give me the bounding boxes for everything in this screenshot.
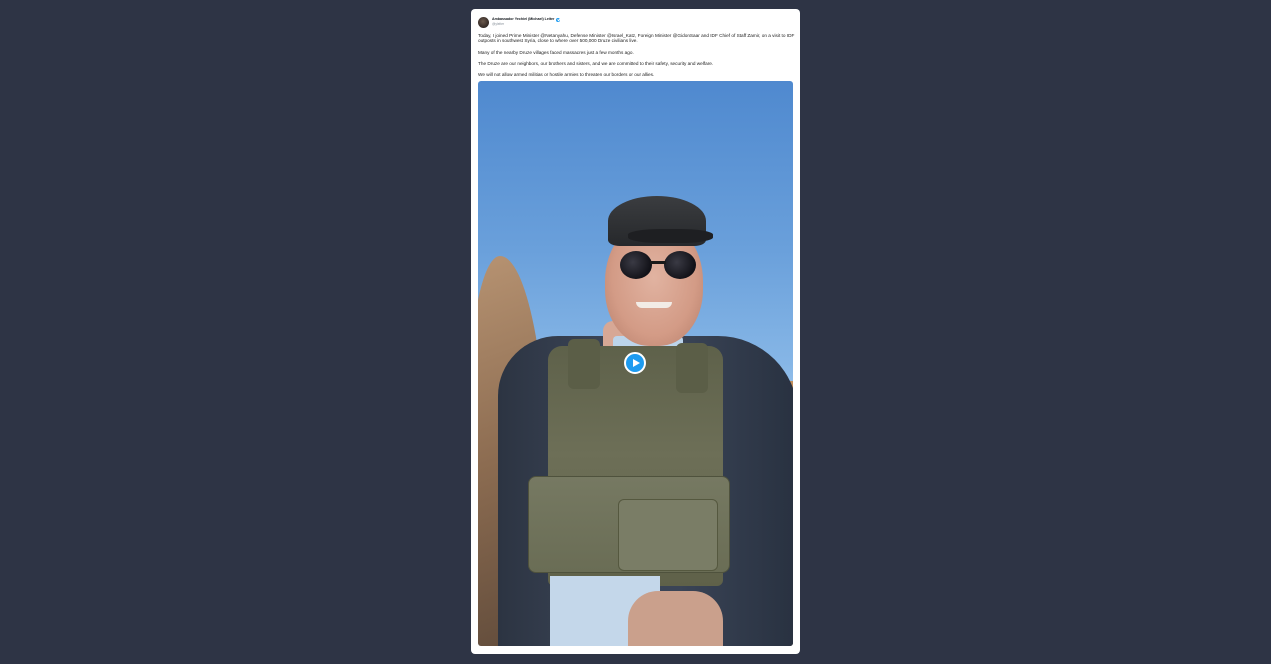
video-person-hand	[628, 591, 723, 646]
tweet-video[interactable]	[478, 81, 793, 646]
tweet-text: Today, I joined Prime Minister @Netanyah…	[478, 33, 796, 83]
author-handle[interactable]: @yleiter	[492, 22, 560, 26]
author-names: Ambassador Yechiel (Michael) Leiter @yle…	[492, 17, 561, 26]
play-icon[interactable]	[624, 352, 646, 374]
author-avatar[interactable]	[478, 16, 489, 28]
tweet-paragraph-4: We will not allow armed militias or host…	[478, 72, 655, 78]
video-vest-strap-left	[568, 339, 600, 389]
video-sunglasses-right	[664, 251, 696, 279]
video-sunglasses-left	[620, 251, 652, 279]
tweet-paragraph-1: Today, I joined Prime Minister @Netanyah…	[478, 33, 795, 44]
tweet-header: Ambassador Yechiel (Michael) Leiter @yle…	[478, 16, 561, 28]
verified-badge-icon	[556, 17, 561, 22]
video-person-mouth	[636, 302, 672, 308]
video-sunglasses-bridge	[650, 261, 666, 264]
tweet-paragraph-2: Many of the nearby Druze villages faced …	[478, 49, 634, 55]
tweet-paragraph-3: The Druze are our neighbors, our brother…	[478, 60, 714, 66]
video-vest-strap-right	[676, 343, 708, 393]
video-person-cap-brim	[628, 229, 713, 243]
video-vest-pouch-flap	[618, 499, 718, 571]
tweet-card: Ambassador Yechiel (Michael) Leiter @yle…	[471, 9, 800, 654]
